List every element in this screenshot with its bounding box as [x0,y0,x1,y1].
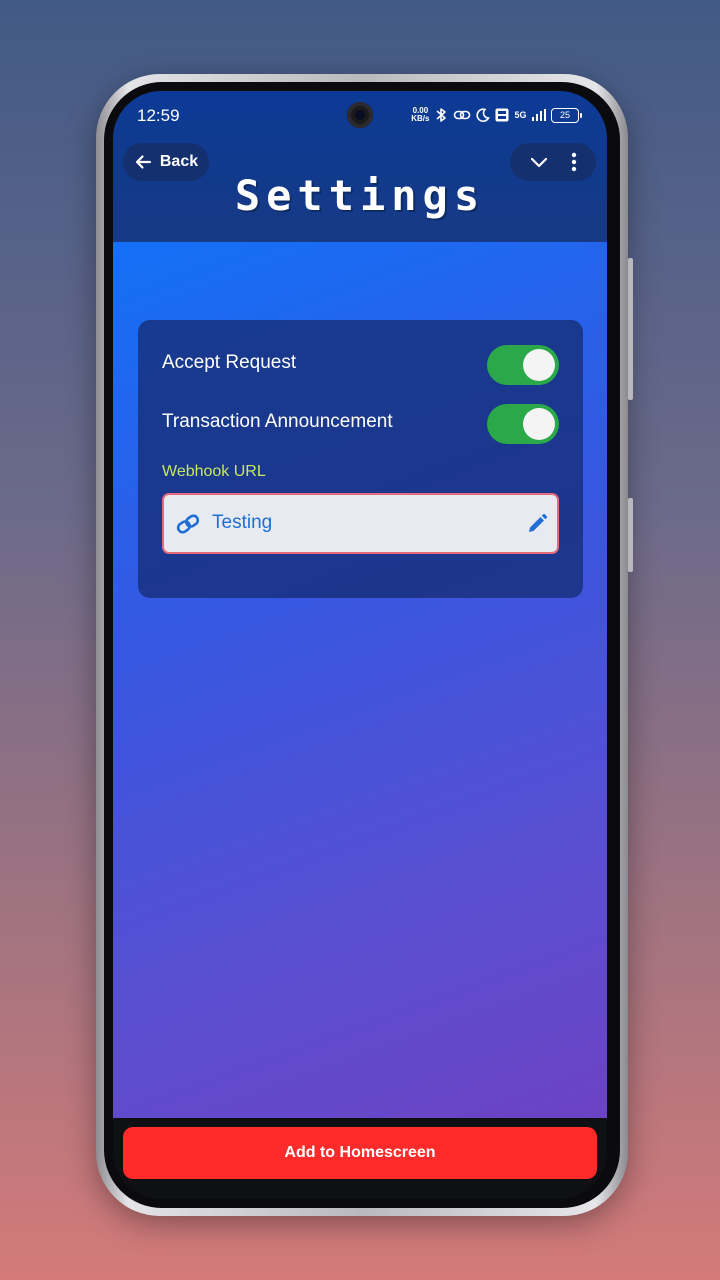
toggle-knob [523,408,555,440]
transaction-announcement-toggle[interactable] [487,404,559,444]
link-icon [454,110,471,120]
link-icon [176,514,200,534]
power-button [628,498,633,572]
page-title: Settings [234,171,486,220]
moon-icon [476,108,491,122]
back-arrow-icon [135,155,151,169]
webhook-url-value: Testing [212,512,273,533]
volte-icon [495,108,509,122]
status-time: 12:59 [137,106,180,125]
webhook-url-label: Webhook URL [162,463,266,480]
settings-content: Accept Request Transaction Announcement … [113,242,607,1118]
more-vert-icon[interactable] [570,152,578,172]
transaction-announcement-label: Transaction Announcement [162,411,393,432]
network-type: 5G [514,110,527,120]
net-speed: 0.00 KB/s [411,106,430,123]
signal-icon [531,109,546,121]
toggle-knob [523,349,555,381]
edit-pencil-icon[interactable] [526,513,548,535]
battery-icon: 25 [551,107,582,123]
phone-screen: 12:59 0.00 KB/s 5G 25 Back Settings Acce… [113,91,607,1199]
volume-button [628,258,633,400]
add-to-homescreen-button[interactable]: Add to Homescreen [123,1127,597,1179]
front-camera [347,102,373,128]
status-bar: 12:59 0.00 KB/s 5G 25 [113,91,607,139]
settings-card: Accept Request Transaction Announcement … [138,320,583,598]
status-icons: 0.00 KB/s 5G 25 [411,105,582,125]
accept-request-label: Accept Request [162,352,297,373]
app-header: 12:59 0.00 KB/s 5G 25 Back Settings [113,91,607,242]
bluetooth-icon [436,108,447,122]
webhook-url-field[interactable]: Testing [162,493,559,554]
back-button-label: Back [159,153,199,170]
accept-request-toggle[interactable] [487,345,559,385]
bottom-bar: Add to Homescreen [113,1118,607,1199]
chevron-down-icon[interactable] [529,152,549,172]
